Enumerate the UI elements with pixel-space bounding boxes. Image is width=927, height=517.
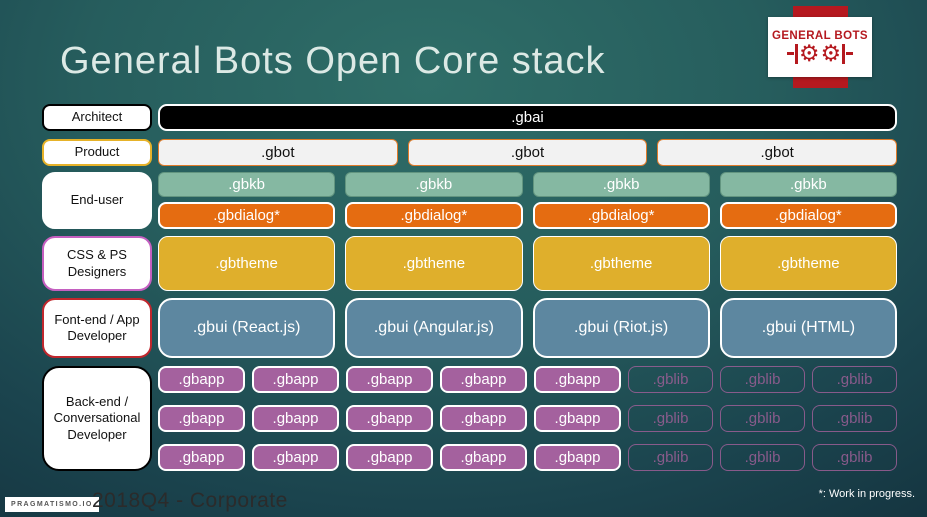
role-label-frontend-app-developer: Font-end / App Developer: [42, 298, 152, 358]
role-label-product: Product: [42, 139, 152, 166]
gbot-box: .gbot: [657, 139, 898, 166]
row-gbapp-gblib-3: .gbapp .gbapp .gbapp .gbapp .gbapp .gbli…: [158, 444, 897, 471]
gear-axle-stub: [845, 52, 853, 55]
role-label-architect: Architect: [42, 104, 152, 131]
gbapp-box: .gbapp: [158, 444, 245, 471]
gbtheme-box: .gbtheme: [345, 236, 523, 291]
gblib-box: .gblib: [812, 444, 897, 471]
gbapp-box: .gbapp: [346, 366, 433, 393]
gbdialog-box: .gbdialog*: [532, 202, 710, 229]
row-gbapp-gblib-1: .gbapp .gbapp .gbapp .gbapp .gbapp .gbli…: [158, 366, 897, 393]
gblib-box: .gblib: [628, 366, 713, 393]
gbtheme-box: .gbtheme: [532, 236, 710, 291]
gbtheme-box: .gbtheme: [158, 236, 336, 291]
gbui-angular-box: .gbui (Angular.js): [345, 298, 523, 358]
row-gbdialog: .gbdialog* .gbdialog* .gbdialog* .gbdial…: [158, 202, 897, 229]
gear-axle-stub: [787, 52, 795, 55]
gbui-riot-box: .gbui (Riot.js): [532, 298, 710, 358]
footer-date-text: 2018Q4 - Corporate: [92, 489, 288, 512]
gbkb-box: .gbkb: [719, 172, 897, 197]
gbapp-box: .gbapp: [534, 444, 621, 471]
logo-brand-text: GENERAL BOTS: [772, 29, 868, 42]
gbapp-box: .gbapp: [158, 405, 245, 432]
general-bots-logo: GENERAL BOTS ⚙ ⚙: [768, 17, 872, 77]
row-gbai: .gbai: [158, 104, 897, 131]
role-label-backend-conversational-developer: Back-end / Conversational Developer: [42, 366, 152, 471]
page-title: General Bots Open Core stack: [60, 40, 606, 82]
gear-axle-bar: [842, 43, 845, 64]
pragmatismo-badge: PRAGMATISMO.IO: [5, 497, 99, 512]
gbot-box: .gbot: [407, 139, 648, 166]
gbdialog-box: .gbdialog*: [158, 202, 336, 229]
row-gbapp-gblib-2: .gbapp .gbapp .gbapp .gbapp .gbapp .gbli…: [158, 405, 897, 432]
gbapp-box: .gbapp: [534, 366, 621, 393]
gbot-box: .gbot: [158, 139, 398, 166]
gblib-box: .gblib: [812, 366, 897, 393]
gear-icon: ⚙: [798, 40, 820, 67]
gbkb-box: .gbkb: [532, 172, 710, 197]
gblib-box: .gblib: [628, 444, 713, 471]
gbtheme-box: .gbtheme: [719, 236, 897, 291]
gear-axle-bar: [795, 43, 798, 64]
work-in-progress-footnote: *: Work in progress.: [818, 488, 915, 500]
gbai-box: .gbai: [158, 104, 897, 131]
gblib-box: .gblib: [628, 405, 713, 432]
row-gbui: .gbui (React.js) .gbui (Angular.js) .gbu…: [158, 298, 897, 358]
gblib-box: .gblib: [812, 405, 897, 432]
row-gbot: .gbot .gbot .gbot: [158, 139, 898, 166]
role-label-css-ps-designers: CSS & PS Designers: [42, 236, 152, 291]
slide-canvas: General Bots Open Core stack GENERAL BOT…: [0, 0, 927, 517]
gbapp-box: .gbapp: [252, 405, 339, 432]
gbui-html-box: .gbui (HTML): [719, 298, 897, 358]
gbdialog-box: .gbdialog*: [345, 202, 523, 229]
gblib-box: .gblib: [720, 405, 805, 432]
gbapp-box: .gbapp: [440, 444, 527, 471]
gbapp-box: .gbapp: [346, 444, 433, 471]
gbui-react-box: .gbui (React.js): [158, 298, 336, 358]
gear-icon: ⚙: [820, 40, 842, 67]
gbkb-box: .gbkb: [345, 172, 523, 197]
gbkb-box: .gbkb: [158, 172, 336, 197]
gbapp-box: .gbapp: [534, 405, 621, 432]
gbdialog-box: .gbdialog*: [719, 202, 897, 229]
gbapp-box: .gbapp: [252, 444, 339, 471]
row-gbtheme: .gbtheme .gbtheme .gbtheme .gbtheme: [158, 236, 897, 291]
role-label-end-user: End-user: [42, 172, 152, 229]
double-gear-icon: ⚙ ⚙: [787, 40, 853, 67]
gbapp-box: .gbapp: [346, 405, 433, 432]
gbapp-box: .gbapp: [440, 405, 527, 432]
gbapp-box: .gbapp: [158, 366, 245, 393]
gbapp-box: .gbapp: [440, 366, 527, 393]
gblib-box: .gblib: [720, 444, 805, 471]
gblib-box: .gblib: [720, 366, 805, 393]
row-gbkb: .gbkb .gbkb .gbkb .gbkb: [158, 172, 897, 197]
gbapp-box: .gbapp: [252, 366, 339, 393]
